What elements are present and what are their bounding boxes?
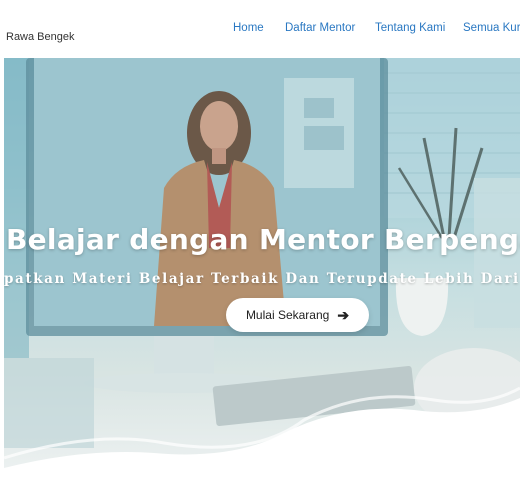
nav-tentang-kami[interactable]: Tentang Kami — [375, 22, 445, 34]
nav-home[interactable]: Home — [233, 22, 264, 34]
cta-start-button[interactable]: Mulai Sekarang ➔ — [226, 298, 369, 332]
arrow-right-icon: ➔ — [337, 307, 350, 323]
hero-subtitle: patkan Materi Belajar Terbaik Dan Terupd… — [4, 271, 520, 287]
cta-label: Mulai Sekarang — [245, 308, 330, 322]
navbar: Rawa Bengek Home Daftar Mentor Tentang K… — [0, 0, 520, 58]
nav-daftar-mentor[interactable]: Daftar Mentor — [285, 22, 355, 34]
nav-semua-kursus[interactable]: Semua Kurs — [463, 22, 520, 34]
hero-title: Belajar dengan Mentor Berpengal — [6, 223, 520, 256]
hero-section: Belajar dengan Mentor Berpengal patkan M… — [4, 58, 520, 480]
hero-background-image — [4, 58, 520, 480]
brand-logo[interactable]: Rawa Bengek — [6, 31, 75, 43]
